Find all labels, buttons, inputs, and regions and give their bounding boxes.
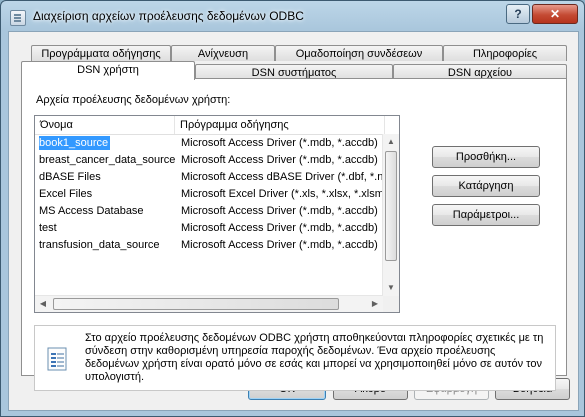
dsn-driver: Microsoft Access Driver (*.mdb, *.accdb) (181, 239, 378, 251)
odbc-window: Διαχείριση αρχείων προέλευσης δεδομένων … (0, 0, 585, 417)
dsn-driver: Microsoft Access Driver (*.mdb, *.accdb) (181, 137, 378, 149)
datasource-icon (10, 10, 26, 26)
scroll-down-icon[interactable]: ▼ (383, 280, 399, 296)
dsn-name: MS Access Database (39, 205, 144, 217)
info-box: Στο αρχείο προέλευσης δεδομένων ODBC χρή… (34, 325, 556, 391)
horizontal-scrollbar[interactable]: ◀ ▶ (35, 295, 383, 312)
tab-connection-pooling[interactable]: Ομαδοποίηση συνδέσεων (275, 45, 443, 61)
tab-drivers[interactable]: Προγράμματα οδήγησης (31, 45, 171, 61)
scroll-right-icon[interactable]: ▶ (367, 296, 383, 312)
vertical-scroll-thumb[interactable] (385, 151, 397, 261)
dsn-driver: Microsoft Access Driver (*.mdb, *.accdb) (181, 222, 378, 234)
section-label: Αρχεία προέλευσης δεδομένων χρήστη: (36, 94, 231, 106)
column-header-driver[interactable]: Πρόγραμμα οδήγησης (175, 116, 385, 134)
dsn-name: test (39, 222, 57, 234)
remove-button[interactable]: Κατάργηση (432, 175, 540, 197)
title-bar[interactable]: Διαχείριση αρχείων προέλευσης δεδομένων … (1, 1, 584, 31)
tab-user-dsn[interactable]: DSN χρήστη (21, 61, 195, 80)
configure-button[interactable]: Παράμετροι... (432, 204, 540, 226)
user-dsn-panel: Αρχεία προέλευσης δεδομένων χρήστη: Όνομ… (21, 78, 567, 391)
dsn-driver: Microsoft Access Driver (*.mdb, *.accdb) (181, 154, 378, 166)
dsn-driver: Microsoft Access Driver (*.mdb, *.accdb) (181, 205, 378, 217)
dsn-name: book1_source (39, 136, 111, 150)
scroll-up-icon[interactable]: ▲ (383, 134, 399, 150)
dialog-client: Προγράμματα οδήγησης Ανίχνευση Ομαδοποίη… (8, 31, 579, 411)
add-button[interactable]: Προσθήκη... (432, 146, 540, 168)
horizontal-scroll-thumb[interactable] (53, 298, 339, 310)
scroll-left-icon[interactable]: ◀ (35, 296, 51, 312)
list-item[interactable]: transfusion_data_source Microsoft Access… (35, 237, 383, 254)
list-item[interactable]: MS Access Database Microsoft Access Driv… (35, 203, 383, 220)
dsn-driver: Microsoft Excel Driver (*.xls, *.xlsx, *… (181, 188, 383, 200)
dsn-name: dBASE Files (39, 171, 101, 183)
list-item[interactable]: test Microsoft Access Driver (*.mdb, *.a… (35, 220, 383, 237)
list-item[interactable]: dBASE Files Microsoft Access dBASE Drive… (35, 169, 383, 186)
dsn-name: Excel Files (39, 188, 93, 200)
tab-tracing[interactable]: Ανίχνευση (171, 45, 275, 61)
list-item[interactable]: breast_cancer_data_source Microsoft Acce… (35, 152, 383, 169)
dsn-name: breast_cancer_data_source (39, 154, 175, 166)
document-info-icon (47, 347, 67, 371)
help-caption-button[interactable]: ? (506, 4, 530, 24)
list-rows: book1_source Microsoft Access Driver (*.… (35, 135, 383, 254)
tab-about[interactable]: Πληροφορίες (443, 45, 567, 61)
info-text: Στο αρχείο προέλευσης δεδομένων ODBC χρή… (85, 332, 544, 383)
dsn-list[interactable]: Όνομα Πρόγραμμα οδήγησης book1_source Mi… (34, 115, 400, 313)
list-item[interactable]: book1_source Microsoft Access Driver (*.… (35, 135, 383, 152)
dsn-driver: Microsoft Access dBASE Driver (*.dbf, *.… (181, 171, 383, 183)
vertical-scrollbar[interactable]: ▲ ▼ (382, 134, 399, 296)
close-button[interactable]: ✕ (532, 4, 578, 24)
column-header-name[interactable]: Όνομα (35, 116, 175, 134)
dsn-name-cell: book1_source (39, 135, 175, 152)
list-header: Όνομα Πρόγραμμα οδήγησης (35, 116, 399, 135)
list-item[interactable]: Excel Files Microsoft Excel Driver (*.xl… (35, 186, 383, 203)
window-title: Διαχείριση αρχείων προέλευσης δεδομένων … (33, 9, 304, 23)
dsn-name: transfusion_data_source (39, 239, 160, 251)
scroll-corner (383, 296, 399, 312)
